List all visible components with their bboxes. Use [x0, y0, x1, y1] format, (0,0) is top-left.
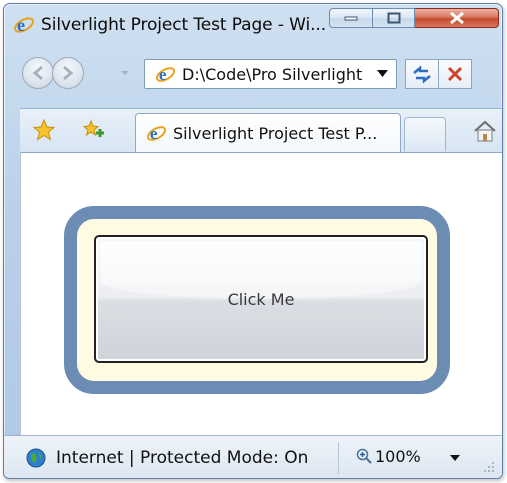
- close-button[interactable]: [415, 8, 499, 28]
- window-title: Silverlight Project Test Page - Wi...: [41, 15, 327, 35]
- tab-silverlight-project[interactable]: e Silverlight Project Test P...: [135, 113, 401, 153]
- refresh-button[interactable]: [405, 59, 439, 89]
- chevron-down-icon[interactable]: [450, 455, 460, 461]
- forward-arrow-icon: [63, 65, 74, 81]
- tab-label: Silverlight Project Test P...: [173, 124, 378, 143]
- address-value: D:\Code\Pro Silverlight: [182, 65, 363, 84]
- svg-text:e: e: [150, 124, 158, 143]
- click-me-label: Click Me: [227, 289, 295, 309]
- ie-logo-icon: e: [146, 124, 167, 143]
- navigation-bar: e D:\Code\Pro Silverlight: [4, 50, 502, 98]
- stop-icon: [447, 66, 463, 82]
- ie-logo-icon: e: [13, 15, 35, 35]
- maximize-button[interactable]: [373, 8, 415, 28]
- home-icon[interactable]: [472, 119, 498, 143]
- svg-text:e: e: [17, 15, 25, 35]
- resize-grip-icon[interactable]: [482, 460, 496, 474]
- maximize-icon: [387, 12, 400, 24]
- security-zone-text[interactable]: Internet | Protected Mode: On: [56, 448, 308, 468]
- status-bar: Internet | Protected Mode: On 100%: [4, 435, 502, 478]
- click-me-button[interactable]: Click Me: [94, 235, 428, 363]
- browser-window: e Silverlight Project Test Page - Wi...: [3, 3, 503, 479]
- status-divider: [338, 442, 339, 474]
- favorites-star-icon[interactable]: [32, 118, 56, 142]
- add-favorites-icon[interactable]: [82, 119, 106, 143]
- caption-buttons: [329, 8, 499, 30]
- refresh-icon: [413, 65, 431, 84]
- globe-icon: [26, 448, 46, 468]
- recent-pages-chevron-icon[interactable]: [118, 66, 132, 80]
- tab-bar: e Silverlight Project Test P...: [20, 108, 502, 153]
- address-bar[interactable]: e D:\Code\Pro Silverlight: [144, 59, 397, 89]
- stop-button[interactable]: [438, 59, 472, 89]
- chevron-down-icon[interactable]: [377, 70, 388, 78]
- new-tab-button[interactable]: [404, 117, 446, 151]
- zoom-icon[interactable]: [356, 448, 372, 464]
- forward-button[interactable]: [52, 57, 84, 89]
- page-content: Click Me: [20, 152, 502, 435]
- close-icon: [449, 11, 464, 25]
- back-arrow-icon: [32, 65, 43, 81]
- minimize-icon: [344, 16, 358, 21]
- minimize-button[interactable]: [329, 8, 373, 28]
- back-button[interactable]: [22, 57, 54, 89]
- title-bar: e Silverlight Project Test Page - Wi...: [4, 4, 502, 46]
- ie-logo-icon: e: [155, 65, 176, 84]
- svg-text:e: e: [159, 65, 167, 84]
- zoom-level[interactable]: 100%: [375, 447, 421, 466]
